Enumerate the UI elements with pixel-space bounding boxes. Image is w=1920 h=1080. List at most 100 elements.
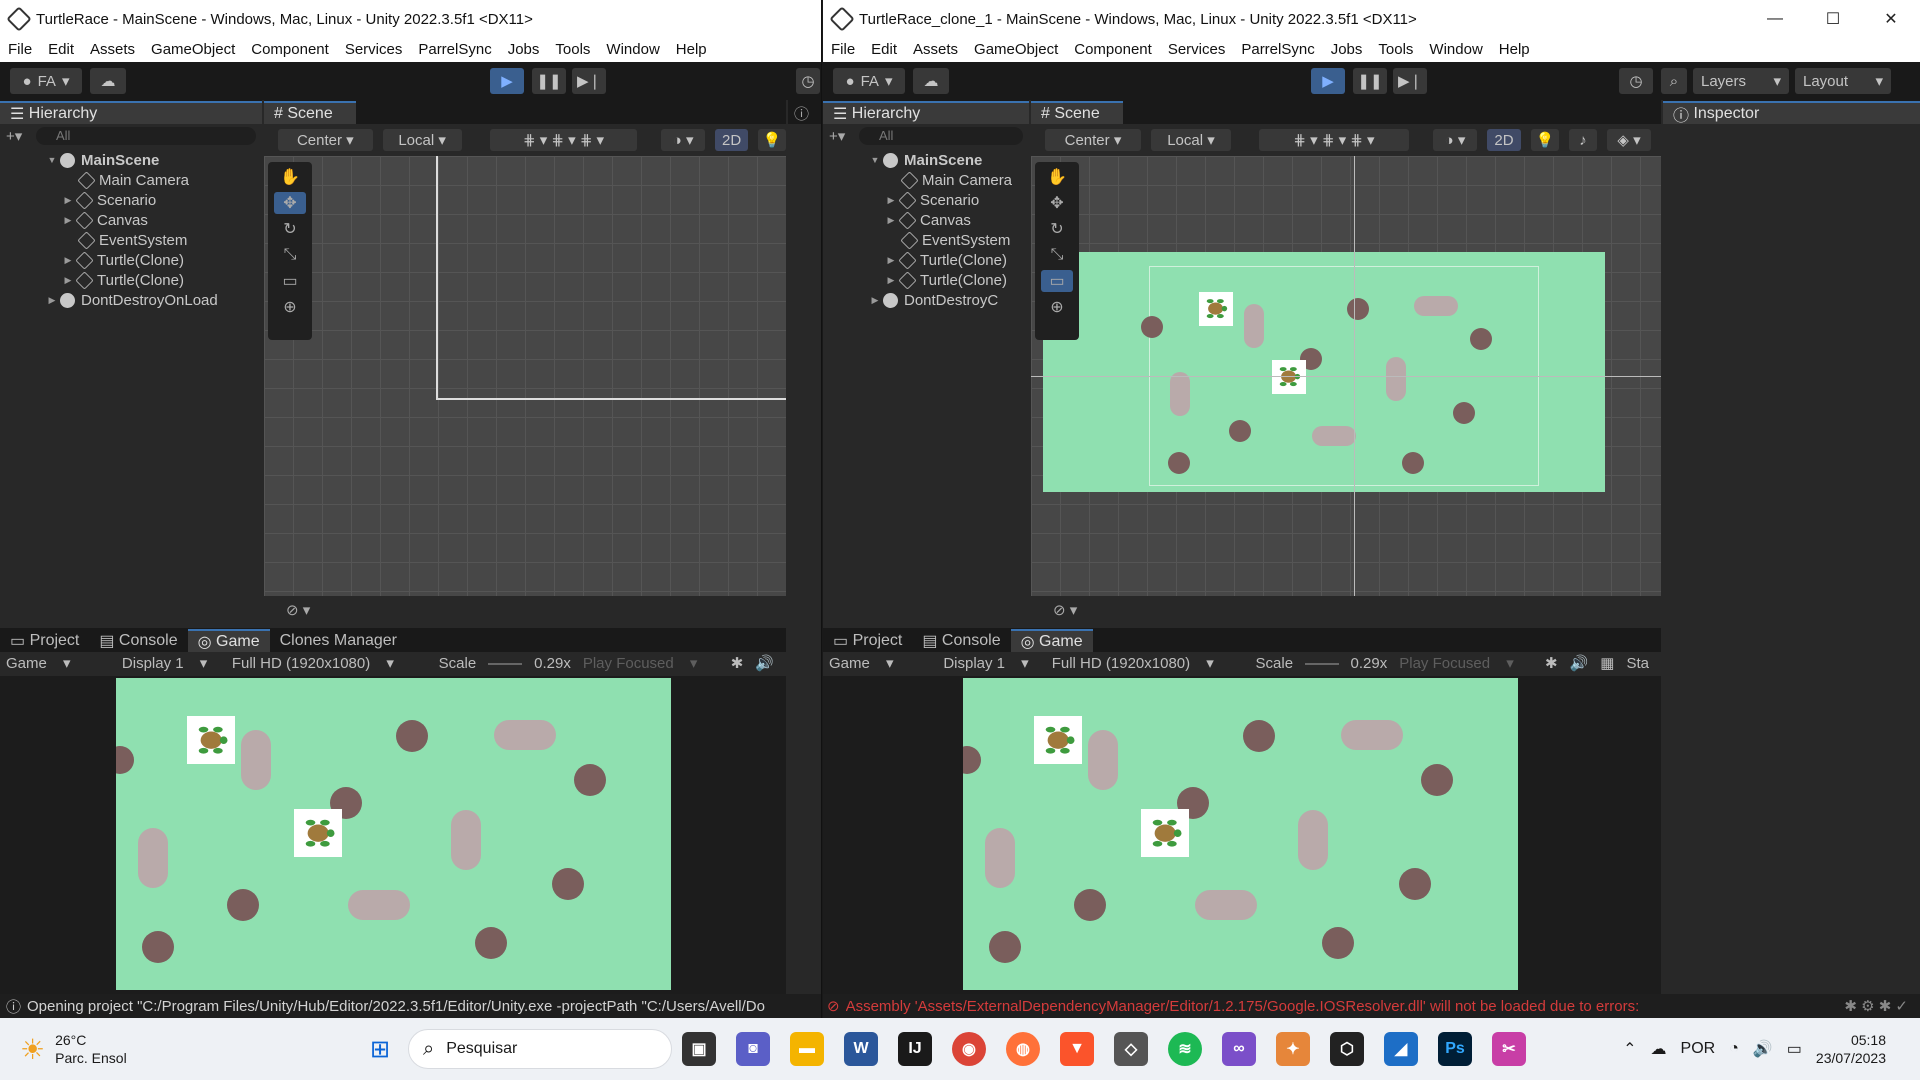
game-view[interactable] — [116, 678, 671, 990]
unity-hub-icon[interactable]: ◇ — [1114, 1032, 1148, 1066]
sketch-icon[interactable]: ✦ — [1276, 1032, 1310, 1066]
scene-viewport[interactable]: ✋ ✥ ↻ ⤡ ▭ ⊕ — [264, 156, 786, 596]
hierarchy-item-dontdestroy[interactable]: ▶ DontDestroyOnLoad — [0, 290, 262, 310]
chevron-up-icon[interactable]: ⌃ — [1623, 1039, 1636, 1059]
move-tool-icon[interactable]: ✥ — [1041, 192, 1073, 214]
hierarchy-item-dontdestroy[interactable]: ▶ DontDestroyC — [823, 290, 1029, 310]
orientation-icon[interactable]: ⊘ ▾ — [286, 601, 310, 619]
hierarchy-item[interactable]: ▶ Turtle(Clone) — [0, 270, 262, 290]
menu-jobs[interactable]: Jobs — [500, 38, 548, 62]
bug-icon[interactable]: ✱ — [731, 654, 744, 672]
light-icon[interactable]: 💡 — [758, 129, 787, 151]
tab-hierarchy[interactable]: ☰ Hierarchy — [823, 101, 1029, 124]
snap-tools[interactable]: ⋕ ▾ ⋕ ▾ ⋕ ▾ — [489, 129, 638, 151]
minimize-button[interactable]: — — [1746, 0, 1804, 38]
move-tool-icon[interactable]: ✥ — [274, 192, 306, 214]
layout-dropdown[interactable]: Layout ▾ — [1795, 68, 1891, 94]
hierarchy-item[interactable]: ▶ Turtle(Clone) — [0, 250, 262, 270]
hand-tool-icon[interactable]: ✋ — [274, 166, 306, 188]
status-message[interactable]: Opening project "C:/Program Files/Unity/… — [27, 998, 765, 1015]
menu-assets[interactable]: Assets — [82, 38, 143, 62]
close-button[interactable]: ✕ — [1862, 0, 1920, 38]
tab-console[interactable]: ▤ Console — [89, 629, 188, 652]
menu-tools[interactable]: Tools — [547, 38, 598, 62]
space-dropdown[interactable]: Local ▾ — [382, 129, 462, 151]
hierarchy-item[interactable]: ▶ Canvas — [0, 210, 262, 230]
transform-tool-icon[interactable]: ⊕ — [1041, 296, 1073, 318]
spotify-icon[interactable]: ≋ — [1168, 1032, 1202, 1066]
scale-tool-icon[interactable]: ⤡ — [1041, 244, 1073, 266]
menu-window[interactable]: Window — [598, 38, 667, 62]
brave-icon[interactable]: ▼ — [1060, 1032, 1094, 1066]
status-icons[interactable]: ✱ ⚙ ✱ ✓ — [1844, 997, 1908, 1015]
stats-button[interactable]: Sta — [1626, 655, 1649, 672]
file-explorer-icon[interactable]: ▬ — [790, 1032, 824, 1066]
task-view-icon[interactable]: ▣ — [682, 1032, 716, 1066]
menu-component[interactable]: Component — [1066, 38, 1160, 62]
firefox-icon[interactable]: ◍ — [1006, 1032, 1040, 1066]
menu-gameobject[interactable]: GameObject — [143, 38, 243, 62]
rect-tool-icon[interactable]: ▭ — [274, 270, 306, 292]
menu-edit[interactable]: Edit — [863, 38, 905, 62]
tab-inspector[interactable]: ⓘ Inspector — [1663, 101, 1920, 125]
menu-tools[interactable]: Tools — [1370, 38, 1421, 62]
hierarchy-item[interactable]: ▶ Scenario — [823, 190, 1029, 210]
hierarchy-item[interactable]: ▶ Turtle(Clone) — [823, 270, 1029, 290]
rotate-tool-icon[interactable]: ↻ — [274, 218, 306, 240]
hierarchy-item-mainscene[interactable]: ▼ MainScene — [0, 150, 262, 170]
word-icon[interactable]: W — [844, 1032, 878, 1066]
hierarchy-item[interactable]: ▶ Scenario — [0, 190, 262, 210]
audio-icon[interactable]: 🔊 — [1570, 654, 1589, 672]
bug-icon[interactable]: ✱ — [1545, 654, 1558, 672]
account-dropdown[interactable]: ● FA ▾ — [833, 68, 905, 94]
game-view-dropdown[interactable]: Game ▾ — [829, 654, 931, 672]
scale-slider[interactable] — [488, 663, 523, 665]
orientation-icon[interactable]: ⊘ ▾ — [1053, 601, 1077, 619]
wifi-icon[interactable]: ◔ — [1729, 1040, 1739, 1058]
maximize-button[interactable]: ☐ — [1804, 0, 1862, 38]
tab-game[interactable]: ◎ Game — [187, 629, 270, 652]
menu-parrelsync[interactable]: ParrelSync — [1233, 38, 1322, 62]
visual-studio-icon[interactable]: ∞ — [1222, 1032, 1256, 1066]
pause-button[interactable]: ❚❚ — [532, 68, 566, 94]
resolution-dropdown[interactable]: Full HD (1920x1080) ▾ — [1052, 654, 1244, 672]
menu-services[interactable]: Services — [337, 38, 411, 62]
language-indicator[interactable]: POR — [1681, 1040, 1716, 1058]
transform-tool-icon[interactable]: ⊕ — [274, 296, 306, 318]
jetbrains-icon[interactable]: IJ — [898, 1032, 932, 1066]
draw-mode-dropdown[interactable]: ◑ ▾ — [1433, 129, 1477, 151]
hierarchy-search-input[interactable]: All — [36, 127, 256, 145]
search-icon[interactable]: ⌕ — [1661, 68, 1687, 94]
scale-tool-icon[interactable]: ⤡ — [274, 244, 306, 266]
chrome-icon[interactable]: ◉ — [952, 1032, 986, 1066]
account-dropdown[interactable]: ● FA ▾ — [10, 68, 82, 94]
toggle-2d-button[interactable]: 2D — [714, 129, 749, 151]
clock[interactable]: 05:18 23/07/2023 — [1816, 1031, 1886, 1067]
display-dropdown[interactable]: Display 1 ▾ — [943, 654, 1039, 672]
play-focused-dropdown[interactable]: Play Focused ▾ — [1399, 654, 1533, 672]
space-dropdown[interactable]: Local ▾ — [1151, 129, 1231, 151]
menu-jobs[interactable]: Jobs — [1323, 38, 1371, 62]
hierarchy-item[interactable]: EventSystem — [823, 230, 1029, 250]
scale-slider[interactable] — [1305, 663, 1339, 665]
tab-clones-manager[interactable]: Clones Manager — [269, 629, 408, 652]
tab-game[interactable]: ◎ Game — [1010, 629, 1093, 652]
add-icon[interactable]: +▾ — [829, 127, 859, 145]
history-icon[interactable]: ◷ — [796, 68, 820, 94]
play-focused-dropdown[interactable]: Play Focused ▾ — [583, 654, 719, 672]
toggle-2d-button[interactable]: 2D — [1487, 129, 1521, 151]
play-button[interactable]: ▶ — [490, 68, 524, 94]
chat-icon[interactable]: ◙ — [736, 1032, 770, 1066]
hierarchy-item[interactable]: Main Camera — [0, 170, 262, 190]
tab-console[interactable]: ▤ Console — [912, 629, 1011, 652]
scene-viewport[interactable]: ✋ ✥ ↻ ⤡ ▭ ⊕ — [1031, 156, 1661, 596]
layers-dropdown[interactable]: Layers ▾ — [1693, 68, 1789, 94]
menu-edit[interactable]: Edit — [40, 38, 82, 62]
battery-icon[interactable]: ▭ — [1787, 1039, 1802, 1059]
hierarchy-item[interactable]: Main Camera — [823, 170, 1029, 190]
taskbar-search[interactable]: ⌕ Pesquisar — [408, 1029, 672, 1069]
photoshop-icon[interactable]: Ps — [1438, 1032, 1472, 1066]
cloud-icon[interactable]: ☁ — [90, 68, 126, 94]
pause-button[interactable]: ❚❚ — [1353, 68, 1387, 94]
light-icon[interactable]: 💡 — [1531, 129, 1559, 151]
